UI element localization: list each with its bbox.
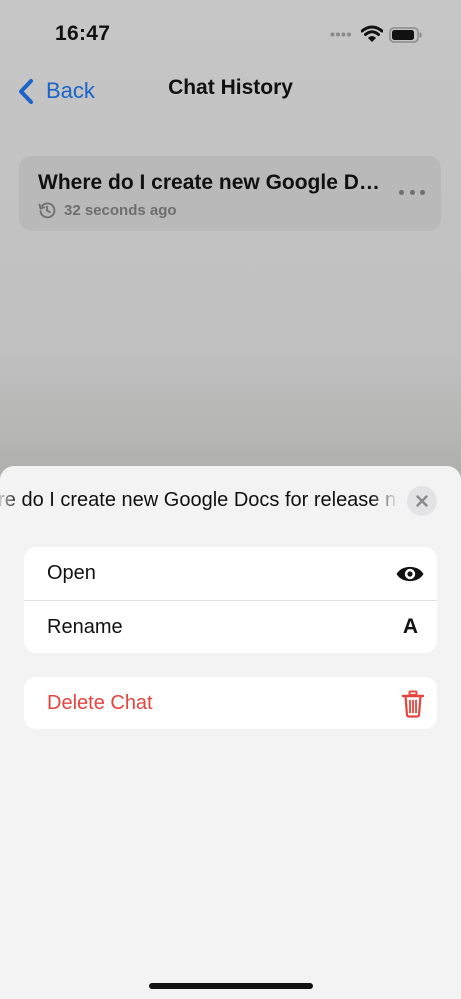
wifi-icon <box>361 25 383 42</box>
open-chat-action[interactable]: Open <box>24 547 437 600</box>
history-clock-icon <box>38 202 56 219</box>
home-indicator[interactable] <box>149 983 313 989</box>
navigation-bar: Back Chat History <box>0 70 461 110</box>
close-button[interactable] <box>407 486 437 516</box>
open-label: Open <box>47 562 96 584</box>
close-icon <box>416 495 428 507</box>
delete-chat-action[interactable]: Delete Chat <box>24 677 437 729</box>
cellular-signal-icon <box>330 32 351 37</box>
text-a-icon: A <box>402 615 418 638</box>
delete-label: Delete Chat <box>47 692 153 714</box>
status-time: 16:47 <box>55 22 111 45</box>
sheet-title: Where do I create new Google Docs for re… <box>0 489 398 511</box>
status-bar: 16:47 <box>0 0 461 60</box>
trash-icon <box>401 690 425 718</box>
battery-icon <box>389 27 422 43</box>
delete-group: Delete Chat <box>24 677 437 729</box>
eye-icon <box>395 564 425 584</box>
more-options-button[interactable] <box>399 184 425 200</box>
chat-history-item[interactable]: Where do I create new Google Docs for re… <box>19 156 441 231</box>
chat-history-timestamp: 32 seconds ago <box>38 201 177 219</box>
page-title: Chat History <box>168 76 293 99</box>
action-sheet: Where do I create new Google Docs for re… <box>0 466 461 999</box>
rename-label: Rename <box>47 615 123 638</box>
chat-actions-group: Open Rename A <box>24 547 437 653</box>
rename-chat-action[interactable]: Rename A <box>24 600 437 653</box>
chat-history-title: Where do I create new Google Docs for re… <box>38 171 388 194</box>
